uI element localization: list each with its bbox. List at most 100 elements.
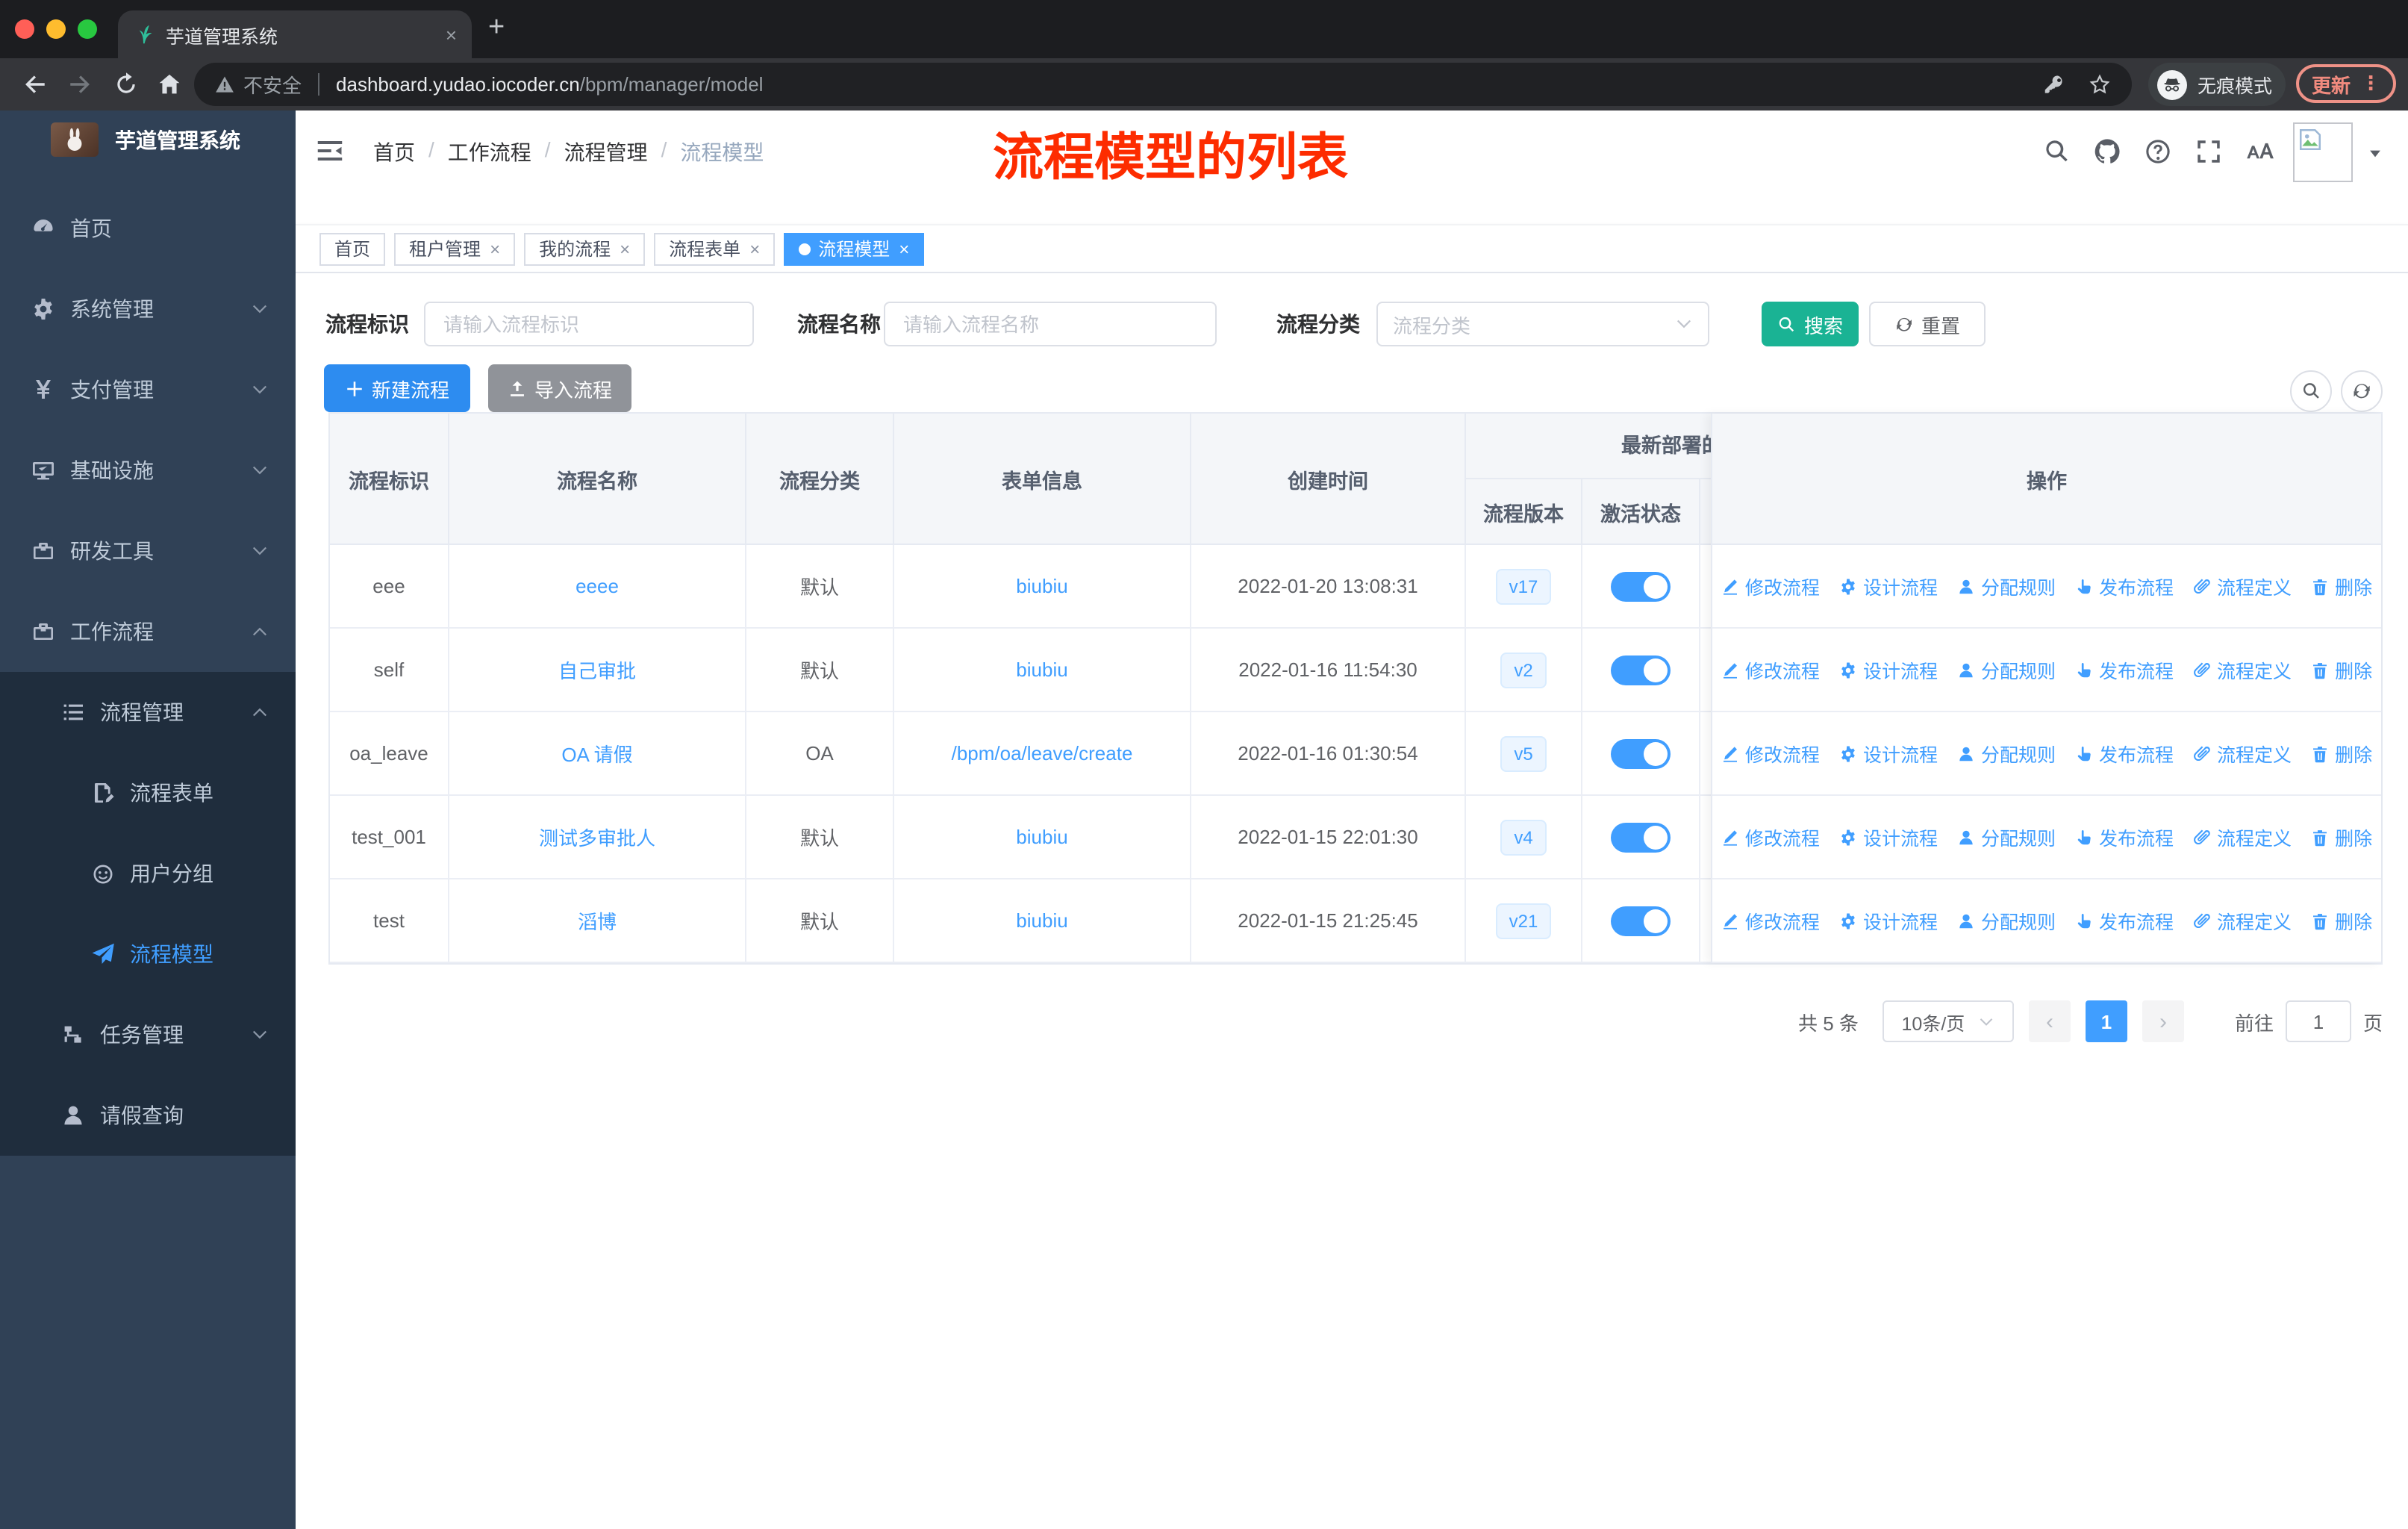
action-分配规则[interactable]: 分配规则 — [1957, 655, 2056, 684]
action-流程定义[interactable]: 流程定义 — [2193, 906, 2292, 935]
next-page-button[interactable]: › — [2142, 1000, 2184, 1042]
create-process-button[interactable]: 新建流程 — [324, 364, 470, 412]
fullscreen-icon[interactable] — [2195, 137, 2223, 166]
action-删除[interactable]: 删除 — [2311, 572, 2372, 600]
active-toggle[interactable] — [1611, 571, 1671, 601]
address-bar[interactable]: 不安全 dashboard.yudao.iocoder.cn/bpm/manag… — [194, 63, 2132, 106]
breadcrumb-item[interactable]: 首页 — [373, 137, 415, 167]
reset-button[interactable]: 重置 — [1869, 302, 1986, 346]
action-设计流程[interactable]: 设计流程 — [1839, 906, 1938, 935]
font-size-icon[interactable] — [2245, 137, 2274, 166]
action-删除[interactable]: 删除 — [2311, 655, 2372, 684]
sidebar-item-工作流程[interactable]: 工作流程 — [0, 591, 296, 672]
home-icon[interactable] — [157, 72, 182, 97]
avatar[interactable] — [2293, 122, 2353, 182]
current-page-button[interactable]: 1 — [2085, 1000, 2127, 1042]
action-流程定义[interactable]: 流程定义 — [2193, 572, 2292, 600]
sidebar-item-请假查询[interactable]: 请假查询 — [0, 1075, 296, 1156]
password-key-icon[interactable] — [2042, 73, 2065, 96]
action-修改流程[interactable]: 修改流程 — [1721, 655, 1820, 684]
action-修改流程[interactable]: 修改流程 — [1721, 739, 1820, 767]
action-设计流程[interactable]: 设计流程 — [1839, 655, 1938, 684]
action-流程定义[interactable]: 流程定义 — [2193, 823, 2292, 851]
new-tab-button[interactable]: + — [488, 12, 505, 45]
tab-我的流程[interactable]: 我的流程 × — [524, 232, 646, 265]
tab-流程模型[interactable]: 流程模型 × — [784, 232, 925, 265]
window-zoom-button[interactable] — [78, 19, 97, 39]
sidebar-item-支付管理[interactable]: 支付管理 — [0, 349, 296, 430]
bookmark-star-icon[interactable] — [2089, 73, 2111, 96]
cell-form-link[interactable]: biubiu — [894, 879, 1191, 962]
action-分配规则[interactable]: 分配规则 — [1957, 572, 2056, 600]
breadcrumb-item[interactable]: 工作流程 — [448, 137, 531, 167]
action-设计流程[interactable]: 设计流程 — [1839, 823, 1938, 851]
action-修改流程[interactable]: 修改流程 — [1721, 572, 1820, 600]
action-删除[interactable]: 删除 — [2311, 823, 2372, 851]
action-流程定义[interactable]: 流程定义 — [2193, 655, 2292, 684]
tab-close-icon[interactable]: × — [446, 23, 457, 46]
github-icon[interactable] — [2093, 137, 2121, 166]
action-发布流程[interactable]: 发布流程 — [2075, 906, 2174, 935]
search-button[interactable]: 搜索 — [1762, 302, 1859, 346]
sidebar-item-任务管理[interactable]: 任务管理 — [0, 994, 296, 1075]
reload-icon[interactable] — [113, 72, 139, 97]
hamburger-icon[interactable] — [315, 136, 345, 166]
close-icon[interactable]: × — [899, 238, 909, 259]
update-button[interactable]: 更新 ⋮ — [2296, 64, 2396, 103]
action-发布流程[interactable]: 发布流程 — [2075, 572, 2174, 600]
action-发布流程[interactable]: 发布流程 — [2075, 739, 2174, 767]
action-删除[interactable]: 删除 — [2311, 739, 2372, 767]
window-minimize-button[interactable] — [46, 19, 66, 39]
action-分配规则[interactable]: 分配规则 — [1957, 823, 2056, 851]
cell-form-link[interactable]: biubiu — [894, 796, 1191, 878]
action-设计流程[interactable]: 设计流程 — [1839, 572, 1938, 600]
action-流程定义[interactable]: 流程定义 — [2193, 739, 2292, 767]
cell-form-link[interactable]: /bpm/oa/leave/create — [894, 712, 1191, 794]
active-toggle[interactable] — [1611, 822, 1671, 852]
close-icon[interactable]: × — [620, 238, 630, 259]
filter-category-select[interactable]: 流程分类 — [1376, 302, 1709, 346]
action-发布流程[interactable]: 发布流程 — [2075, 823, 2174, 851]
help-icon[interactable] — [2144, 137, 2172, 166]
page-size-select[interactable]: 10条/页 — [1882, 1000, 2014, 1042]
prev-page-button[interactable]: ‹ — [2028, 1000, 2071, 1042]
sidebar-item-研发工具[interactable]: 研发工具 — [0, 511, 296, 591]
sidebar-item-基础设施[interactable]: 基础设施 — [0, 430, 296, 511]
window-close-button[interactable] — [15, 19, 34, 39]
cell-form-link[interactable]: biubiu — [894, 629, 1191, 711]
sidebar-item-流程表单[interactable]: 流程表单 — [0, 753, 296, 833]
action-删除[interactable]: 删除 — [2311, 906, 2372, 935]
tab-首页[interactable]: 首页 — [319, 232, 386, 265]
avatar-caret-icon[interactable] — [2368, 146, 2383, 161]
cell-form-link[interactable]: biubiu — [894, 545, 1191, 627]
cell-process-name-link[interactable]: 自己审批 — [449, 629, 746, 711]
active-toggle[interactable] — [1611, 738, 1671, 768]
action-修改流程[interactable]: 修改流程 — [1721, 906, 1820, 935]
import-process-button[interactable]: 导入流程 — [488, 364, 631, 412]
tab-流程表单[interactable]: 流程表单 × — [654, 232, 776, 265]
menu-dots-icon[interactable]: ⋮ — [2361, 72, 2380, 96]
refresh-table-button[interactable] — [2341, 370, 2383, 412]
cell-process-name-link[interactable]: 滔博 — [449, 879, 746, 962]
close-icon[interactable]: × — [490, 238, 500, 259]
header-search-icon[interactable] — [2042, 137, 2071, 166]
sidebar-item-系统管理[interactable]: 系统管理 — [0, 269, 296, 349]
active-toggle[interactable] — [1611, 655, 1671, 685]
active-toggle[interactable] — [1611, 906, 1671, 935]
cell-process-name-link[interactable]: eeee — [449, 545, 746, 627]
breadcrumb-item[interactable]: 流程管理 — [564, 137, 648, 167]
filter-name-input[interactable] — [884, 302, 1217, 346]
action-设计流程[interactable]: 设计流程 — [1839, 739, 1938, 767]
back-icon[interactable] — [22, 72, 48, 97]
goto-page-input[interactable] — [2285, 1000, 2351, 1042]
sidebar-item-流程模型[interactable]: 流程模型 — [0, 914, 296, 994]
action-发布流程[interactable]: 发布流程 — [2075, 655, 2174, 684]
sidebar-item-用户分组[interactable]: 用户分组 — [0, 833, 296, 914]
cell-process-name-link[interactable]: OA 请假 — [449, 712, 746, 794]
sidebar-item-流程管理[interactable]: 流程管理 — [0, 672, 296, 753]
sidebar-item-首页[interactable]: 首页 — [0, 188, 296, 269]
action-分配规则[interactable]: 分配规则 — [1957, 906, 2056, 935]
tab-租户管理[interactable]: 租户管理 × — [394, 232, 516, 265]
cell-process-name-link[interactable]: 测试多审批人 — [449, 796, 746, 878]
action-修改流程[interactable]: 修改流程 — [1721, 823, 1820, 851]
